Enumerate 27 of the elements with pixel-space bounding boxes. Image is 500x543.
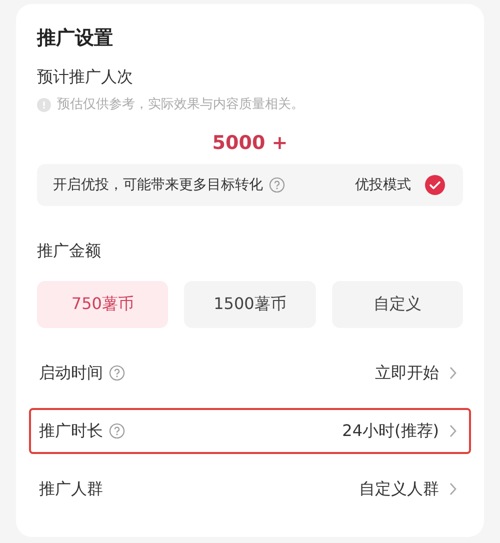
setting-row[interactable]: 启动时间 立即开始: [29, 350, 471, 396]
field-label: 预计推广人次: [37, 66, 134, 88]
boost-text: 开启优投，可能带来更多目标转化: [53, 176, 263, 194]
section-title: 推广设置: [37, 26, 114, 50]
field-label: 推广金额: [37, 240, 102, 262]
estimate-value: 5000 +: [212, 132, 288, 154]
setting-row[interactable]: 推广时长 24小时(推荐): [29, 408, 471, 454]
amount-option[interactable]: 750薯币: [37, 281, 168, 328]
amount-option[interactable]: 自定义: [332, 281, 463, 328]
chevron-icon: [449, 366, 457, 380]
chevron-icon: [449, 482, 457, 496]
setting-row[interactable]: 推广人群 自定义人群: [29, 466, 471, 512]
chevron-icon: [449, 424, 457, 438]
row-label: 推广时长: [39, 420, 103, 442]
row-value: 立即开始: [375, 362, 439, 384]
info-icon: [37, 98, 51, 112]
checkbox[interactable]: [425, 175, 445, 195]
row-value: 自定义人群: [359, 478, 439, 500]
amount-option[interactable]: 1500薯币: [184, 281, 316, 328]
row-label: 推广人群: [39, 478, 103, 500]
hint-text: 预估仅供参考，实际效果与内容质量相关。: [57, 96, 304, 114]
help-icon[interactable]: [109, 365, 125, 381]
mode-label: 优投模式: [355, 176, 411, 194]
row-label: 启动时间: [39, 362, 103, 384]
help-icon[interactable]: [269, 177, 285, 193]
row-value: 24小时(推荐): [342, 420, 439, 442]
help-icon[interactable]: [109, 423, 125, 439]
